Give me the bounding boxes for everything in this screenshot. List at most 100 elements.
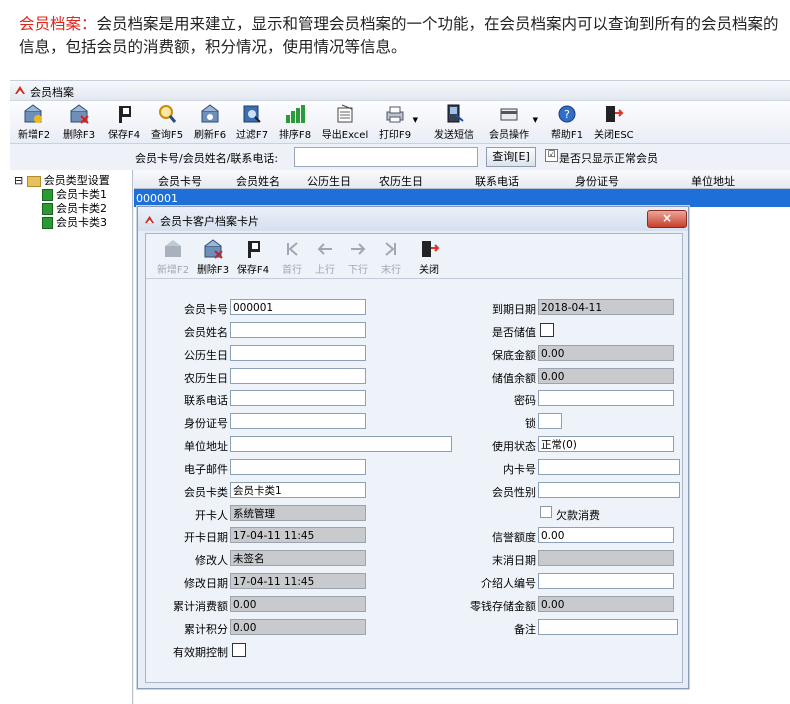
print-button[interactable]: 打印F9 ▼: [378, 103, 418, 141]
sort-button[interactable]: 排序F8: [278, 103, 312, 141]
send-sms-button[interactable]: 发送短信: [431, 103, 477, 141]
prev-row-button[interactable]: 上行: [313, 238, 337, 276]
expiry-date-field[interactable]: 2018-04-11: [538, 299, 674, 315]
search-input[interactable]: [294, 147, 478, 167]
field-label: 公历生日: [184, 349, 228, 362]
refresh-button[interactable]: 刷新F6: [193, 103, 227, 141]
help-button[interactable]: ? 帮助F1: [550, 103, 584, 141]
column-header[interactable]: 公历生日: [307, 173, 351, 189]
gender-input[interactable]: [538, 482, 680, 498]
field-label: 锁: [525, 417, 536, 430]
lunar-birthday-input[interactable]: [230, 368, 366, 384]
card-type-input[interactable]: 会员卡类1: [230, 482, 366, 498]
column-header[interactable]: 联系电话: [475, 173, 519, 189]
modify-date-field: 17-04-11 11:45: [230, 573, 366, 589]
app-logo-icon: [144, 215, 155, 224]
dialog-save-button[interactable]: 保存F4: [236, 238, 270, 276]
delete-icon: [70, 104, 89, 124]
search-bar: 会员卡号/会员姓名/联系电话: 查询[E] ☑ 是否只显示正常会员: [10, 144, 790, 170]
save-button[interactable]: 保存F4: [107, 103, 141, 141]
search-button[interactable]: 查询[E]: [486, 147, 536, 167]
dialog-titlebar[interactable]: 会员卡客户档案卡片 ×: [138, 207, 688, 231]
stored-value-checkbox[interactable]: [540, 323, 554, 337]
filter-button[interactable]: 过滤F7: [235, 103, 269, 141]
min-balance-field: 0.00: [538, 345, 674, 361]
id-number-input[interactable]: [230, 413, 366, 429]
filter-icon: [243, 105, 261, 123]
credit-spend-checkbox[interactable]: [540, 506, 552, 518]
column-header[interactable]: 农历生日: [379, 173, 423, 189]
expiry-control-checkbox[interactable]: [232, 643, 246, 657]
delete-button[interactable]: 删除F3: [62, 103, 96, 141]
modifier-field: 未签名: [230, 550, 366, 566]
export-excel-button[interactable]: 导出Excel: [321, 103, 369, 141]
field-label: 开卡日期: [184, 531, 228, 544]
dialog-title: 会员卡客户档案卡片: [160, 215, 259, 228]
dialog-body: 新增F2 删除F3 保存F4 首行 上行 下行 末行 关闭 会员卡号 00000…: [145, 233, 683, 683]
search-label: 会员卡号/会员姓名/联系电话:: [135, 152, 279, 165]
tree-collapse-icon[interactable]: ⊟: [14, 174, 23, 187]
field-label: 农历生日: [184, 372, 228, 385]
tree-item-card-type-3[interactable]: 会员卡类3: [42, 214, 107, 230]
column-header[interactable]: 身份证号: [575, 173, 619, 189]
table-row[interactable]: 000001: [134, 189, 790, 207]
dialog-close-button[interactable]: ×: [647, 210, 687, 228]
new-button[interactable]: 新增F2: [18, 103, 50, 141]
dialog-delete-button[interactable]: 删除F3: [196, 238, 230, 276]
field-label: 修改日期: [184, 577, 228, 590]
card-number-input[interactable]: 000001: [230, 299, 366, 315]
field-label: 累计消费额: [173, 600, 228, 613]
status-select[interactable]: 正常(0): [538, 436, 674, 452]
password-input[interactable]: [538, 390, 674, 406]
credit-spend-label: 欠款消费: [556, 509, 600, 522]
member-type-tree: ⊟ 会员类型设置 会员卡类1 会员卡类2 会员卡类3: [10, 170, 133, 704]
total-points-field: 0.00: [230, 619, 366, 635]
address-input[interactable]: [230, 436, 452, 452]
print-dropdown-icon[interactable]: ▼: [413, 116, 418, 124]
card-type-icon: [42, 217, 53, 229]
sort-icon: [286, 105, 305, 123]
field-label: 信誉额度: [492, 531, 536, 544]
total-spend-field: 0.00: [230, 596, 366, 612]
field-label: 内卡号: [503, 463, 536, 476]
app-logo-icon: [15, 86, 25, 94]
arrow-right-icon: [351, 243, 366, 255]
field-label: 累计积分: [184, 623, 228, 636]
field-label: 会员卡号: [184, 303, 228, 316]
field-label: 身份证号: [184, 417, 228, 430]
printer-icon: [386, 106, 404, 123]
inner-card-number-input[interactable]: [538, 459, 680, 475]
field-label: 电子邮件: [184, 463, 228, 476]
field-label: 单位地址: [184, 440, 228, 453]
lock-input[interactable]: [538, 413, 562, 429]
dialog-exit-button[interactable]: 关闭: [416, 238, 442, 276]
solar-birthday-input[interactable]: [230, 345, 366, 361]
issue-date-field: 17-04-11 11:45: [230, 527, 366, 543]
member-operation-button[interactable]: 会员操作 ▼: [486, 103, 538, 141]
last-spend-date-field: [538, 550, 674, 566]
save-icon: [119, 106, 131, 123]
field-label: 密码: [514, 394, 536, 407]
close-button[interactable]: 关闭ESC: [594, 103, 634, 141]
first-row-button[interactable]: 首行: [280, 238, 304, 276]
member-id-cell: 000001: [136, 192, 178, 205]
remarks-input[interactable]: [538, 619, 678, 635]
field-label: 末消日期: [492, 554, 536, 567]
dialog-new-button[interactable]: 新增F2: [156, 238, 190, 276]
last-row-button[interactable]: 末行: [379, 238, 403, 276]
column-header[interactable]: 会员卡号: [158, 173, 202, 189]
phone-input[interactable]: [230, 390, 366, 406]
column-header[interactable]: 会员姓名: [236, 173, 280, 189]
email-input[interactable]: [230, 459, 366, 475]
normal-only-checkbox[interactable]: ☑: [545, 149, 558, 162]
member-operation-dropdown-icon[interactable]: ▼: [533, 116, 538, 124]
query-button[interactable]: 查询F5: [150, 103, 184, 141]
credit-limit-input[interactable]: 0.00: [538, 527, 674, 543]
next-row-button[interactable]: 下行: [346, 238, 370, 276]
member-card-icon: [500, 108, 518, 121]
referrer-input[interactable]: [538, 573, 674, 589]
member-name-input[interactable]: [230, 322, 366, 338]
member-card-dialog: 会员卡客户档案卡片 × 新增F2 删除F3 保存F4 首行 上行 下行 末行 关…: [137, 206, 689, 689]
column-header[interactable]: 单位地址: [691, 173, 735, 189]
field-label: 会员姓名: [184, 326, 228, 339]
